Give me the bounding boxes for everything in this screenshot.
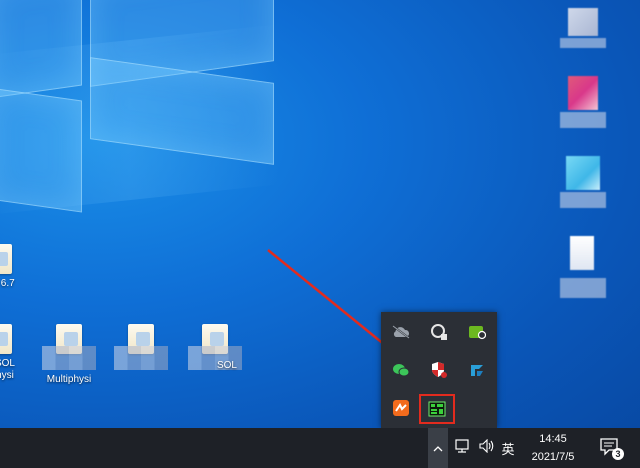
network-button[interactable] — [452, 428, 474, 468]
orange-app-icon[interactable] — [391, 398, 411, 418]
network-download-icon[interactable] — [429, 322, 449, 342]
speaker-icon — [479, 438, 495, 458]
chevron-up-icon — [433, 440, 443, 456]
clock-time: 14:45 — [539, 433, 567, 445]
edit-tool-icon[interactable] — [467, 360, 487, 380]
volume-button[interactable] — [476, 428, 498, 468]
notification-count-badge: 3 — [612, 448, 624, 460]
show-hidden-icons-button[interactable] — [428, 428, 448, 468]
wechat-icon[interactable] — [391, 360, 411, 380]
clock[interactable]: 14:45 2021/7/5 — [518, 430, 588, 466]
taskbar: 英 14:45 2021/7/5 3 — [0, 428, 640, 468]
highlight-box — [419, 394, 455, 424]
clock-date: 2021/7/5 — [531, 451, 575, 463]
input-method-button[interactable]: 英 — [498, 428, 518, 468]
cloud-icon[interactable] — [391, 322, 411, 342]
action-center-button[interactable]: 3 — [594, 432, 628, 464]
nvidia-icon[interactable] — [467, 322, 487, 342]
annotation-arrow — [267, 249, 436, 388]
network-icon — [455, 438, 471, 458]
ime-label: 英 — [501, 441, 515, 457]
security-shield-icon[interactable] — [429, 360, 449, 380]
desktop: S 6.7 SOL hysi Multiphysi SOL — [0, 0, 640, 428]
